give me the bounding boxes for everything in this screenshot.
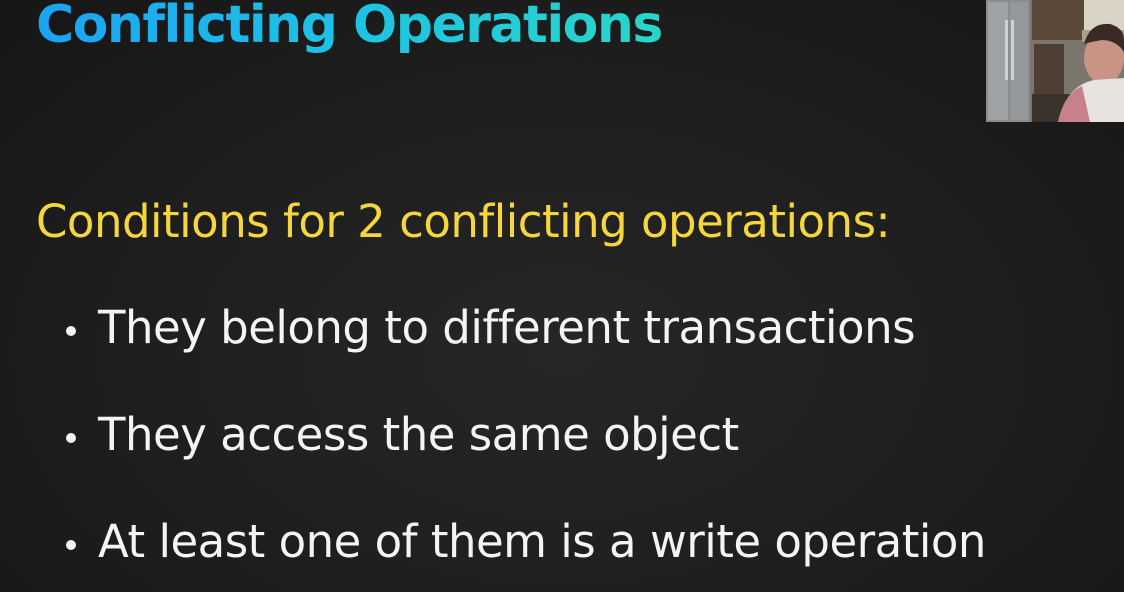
bullet-text: They access the same object bbox=[98, 408, 739, 461]
presenter-webcam-thumbnail bbox=[986, 0, 1124, 122]
presenter-video-icon bbox=[986, 0, 1124, 122]
bullet-icon bbox=[66, 540, 76, 550]
list-item: They access the same object bbox=[66, 407, 986, 463]
bullet-icon bbox=[66, 433, 76, 443]
bullet-text: They belong to different transactions bbox=[98, 301, 916, 354]
slide-title: Conflicting Operations bbox=[36, 0, 663, 56]
list-item: At least one of them is a write operatio… bbox=[66, 514, 986, 570]
bullet-icon bbox=[66, 326, 76, 336]
bullet-text: At least one of them is a write operatio… bbox=[98, 515, 986, 568]
slide-subtitle: Conditions for 2 conflicting operations: bbox=[36, 195, 891, 248]
presentation-slide: Conflicting Operations Conditions for 2 … bbox=[0, 0, 1124, 592]
bullet-list: They belong to different transactions Th… bbox=[66, 300, 986, 592]
list-item: They belong to different transactions bbox=[66, 300, 986, 356]
